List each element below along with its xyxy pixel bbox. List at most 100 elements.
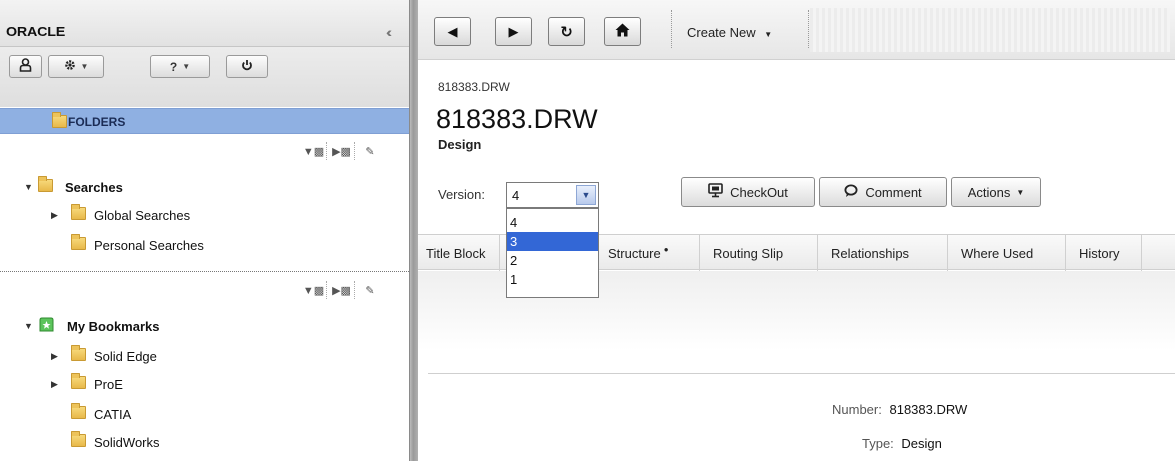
logout-button[interactable]	[226, 55, 268, 78]
toolbar-filler	[810, 8, 1170, 52]
version-option[interactable]: 4	[507, 213, 598, 232]
object-subtype: Design	[438, 137, 482, 152]
refresh-icon: ↻	[560, 23, 573, 41]
chevron-down-icon: ▼	[764, 30, 773, 39]
page-title: 818383.DRW	[436, 104, 598, 134]
tree-node-solid-edge[interactable]: ▶ Solid Edge	[51, 345, 157, 366]
expand-all-icon[interactable]: ▼▩	[301, 281, 327, 299]
tree-item-label: Global Searches	[94, 207, 191, 223]
number-field: Number: 818383.DRW	[832, 402, 967, 417]
create-new-menu[interactable]: Create New ▼	[687, 25, 772, 40]
version-select[interactable]: 4 ▼	[506, 182, 599, 208]
navigation-pane: ORACLE ‹‹‹ ▼ ? ▼ FOLDERS ▼▩ ▶▩ ✎ ▼ Searc…	[0, 0, 409, 461]
edit-icon[interactable]: ✎	[357, 142, 383, 160]
number-value: 818383.DRW	[889, 402, 968, 417]
settings-menu-button[interactable]: ▼	[48, 55, 104, 78]
home-icon	[615, 23, 630, 40]
folder-icon	[71, 234, 86, 253]
toolbar-separator	[671, 10, 672, 48]
forward-button[interactable]: ▶	[495, 17, 532, 46]
back-icon: ◀	[447, 23, 458, 39]
tree-node-solidworks[interactable]: SolidWorks	[61, 431, 160, 452]
checkout-button[interactable]: CheckOut	[681, 177, 815, 207]
expanded-triangle-icon[interactable]: ▼	[24, 321, 34, 331]
user-profile-button[interactable]	[9, 55, 42, 78]
tree-item-label: Personal Searches	[94, 237, 204, 253]
bookmark-star-icon	[38, 317, 55, 336]
collapsed-triangle-icon[interactable]: ▶	[51, 379, 61, 390]
speech-bubble-icon	[844, 184, 858, 201]
power-icon	[241, 59, 253, 74]
oracle-logo: ORACLE	[6, 24, 66, 39]
chevron-down-icon[interactable]: ▼	[576, 185, 596, 205]
pane-splitter[interactable]	[409, 0, 418, 461]
tree-item-label: CATIA	[94, 406, 132, 422]
tree-item-label: SolidWorks	[94, 434, 160, 450]
forward-icon: ▶	[508, 23, 519, 39]
user-icon	[19, 58, 32, 75]
expanded-triangle-icon[interactable]: ▼	[24, 182, 34, 192]
tab-routing-slip[interactable]: Routing Slip	[700, 235, 818, 271]
tab-relationships[interactable]: Relationships	[818, 235, 948, 271]
folder-icon	[71, 204, 86, 223]
version-option-highlighted[interactable]: 3	[507, 232, 598, 251]
version-option[interactable]: 2	[507, 251, 598, 270]
folder-icon	[71, 403, 86, 422]
folder-icon	[71, 345, 86, 364]
tree-item-label: Solid Edge	[94, 348, 157, 364]
tab-label: Routing Slip	[713, 245, 784, 261]
tab-label: Where Used	[961, 245, 1034, 261]
tab-history[interactable]: History	[1066, 235, 1142, 271]
tree-node-global-searches[interactable]: ▶ Global Searches	[51, 204, 191, 225]
comment-label: Comment	[865, 184, 922, 200]
actions-label: Actions	[967, 184, 1011, 200]
searches-label: Searches	[65, 179, 123, 195]
tree-node-personal-searches[interactable]: Personal Searches	[61, 234, 204, 255]
logo-bar: ORACLE ‹‹‹	[0, 0, 409, 47]
modified-dot-icon: ●	[663, 244, 669, 254]
comment-button[interactable]: Comment	[819, 177, 947, 207]
tree-node-my-bookmarks[interactable]: ▼ My Bookmarks	[24, 316, 159, 336]
version-option[interactable]: 1	[507, 270, 598, 289]
checkout-label: CheckOut	[730, 184, 788, 200]
tab-structure[interactable]: Structure ●	[600, 235, 700, 271]
type-value: Design	[901, 436, 942, 451]
help-menu-button[interactable]: ? ▼	[150, 55, 210, 78]
tab-label: Relationships	[831, 245, 910, 261]
my-bookmarks-label: My Bookmarks	[67, 318, 160, 334]
monitor-icon	[708, 183, 723, 201]
collapsed-triangle-icon[interactable]: ▶	[51, 210, 61, 221]
expand-all-icon[interactable]: ▼▩	[301, 142, 327, 160]
number-label: Number:	[832, 402, 882, 417]
back-button[interactable]: ◀	[434, 17, 471, 46]
folder-icon	[71, 373, 86, 392]
tab-label: Structure	[608, 245, 661, 261]
home-button[interactable]	[604, 17, 641, 46]
folders-header[interactable]: FOLDERS	[0, 108, 409, 134]
tree-node-catia[interactable]: CATIA	[61, 403, 132, 424]
content-divider	[428, 373, 1175, 374]
edit-icon[interactable]: ✎	[357, 281, 383, 299]
tab-title-block[interactable]: Title Block	[418, 235, 500, 271]
breadcrumb: 818383.DRW	[438, 80, 510, 94]
tree-node-searches[interactable]: ▼ Searches	[24, 176, 123, 197]
searches-folder-icon	[38, 176, 53, 195]
collapse-pane-icon[interactable]: ‹‹‹	[386, 24, 392, 40]
collapsed-triangle-icon[interactable]: ▶	[51, 351, 61, 362]
collapse-all-icon[interactable]: ▶▩	[329, 142, 355, 160]
version-label: Version:	[438, 187, 485, 202]
toolbar-separator	[808, 10, 809, 48]
navigation-toolbar: ◀ ▶ ↻ Create New ▼	[418, 0, 1175, 60]
tree-node-proe[interactable]: ▶ ProE	[51, 373, 123, 394]
chevron-down-icon: ▼	[1016, 187, 1025, 197]
refresh-button[interactable]: ↻	[548, 17, 585, 46]
tab-where-used[interactable]: Where Used	[948, 235, 1066, 271]
tab-label: Title Block	[426, 245, 486, 261]
actions-menu-button[interactable]: Actions ▼	[951, 177, 1041, 207]
content-pane: ◀ ▶ ↻ Create New ▼ 818383.DRW 818383.DRW…	[418, 0, 1175, 461]
gear-icon	[64, 59, 76, 74]
folder-icon	[71, 431, 86, 450]
collapse-all-icon[interactable]: ▶▩	[329, 281, 355, 299]
tab-label: History	[1079, 245, 1120, 261]
folder-icon	[52, 112, 67, 131]
